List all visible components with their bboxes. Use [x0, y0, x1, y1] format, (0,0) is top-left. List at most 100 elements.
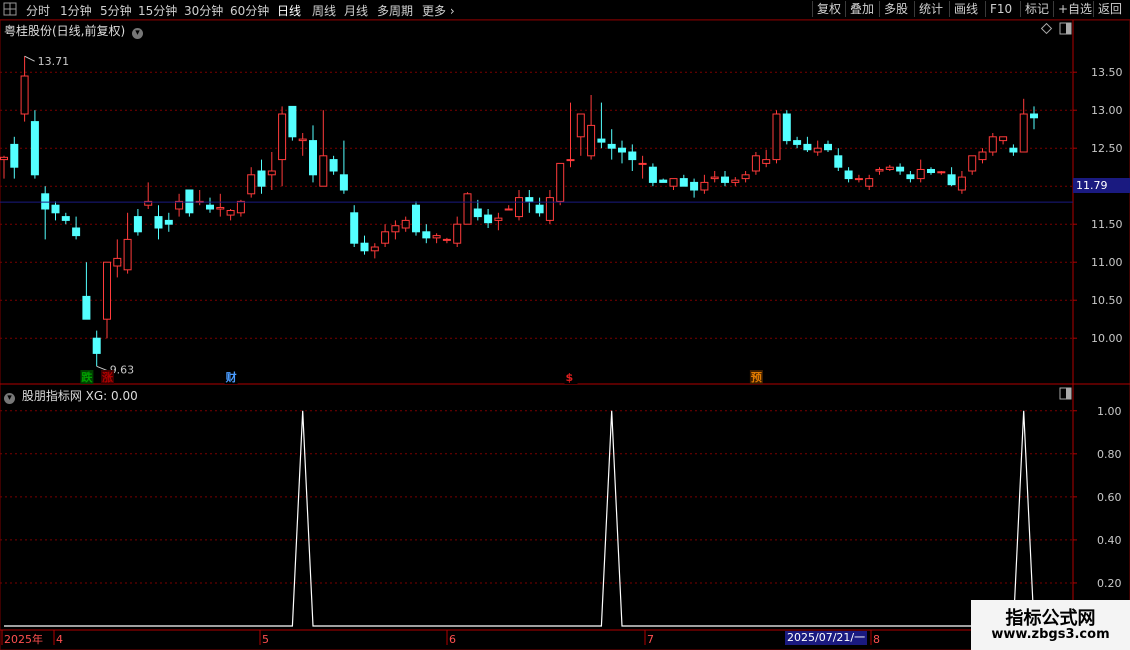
candle-body-98	[1009, 147, 1018, 153]
ind-tick-label-0: 0.20	[1097, 577, 1122, 590]
candle-body-48	[494, 217, 503, 221]
candle-body-68	[700, 181, 709, 191]
xg-signal-line	[4, 410, 1035, 627]
candle-body-97	[999, 136, 1008, 142]
candle-body-45	[463, 193, 472, 225]
candle-body-36	[370, 246, 379, 252]
candle-body-34	[350, 212, 359, 244]
candle-body-63	[648, 166, 657, 183]
date-label-1: 4	[56, 633, 63, 646]
candle-body-83	[854, 178, 863, 181]
candle-body-42	[432, 235, 441, 239]
candle-body-100	[1030, 113, 1038, 119]
candle-body-71	[731, 179, 740, 183]
candle-body-65	[669, 178, 678, 187]
candle-body-88	[906, 174, 915, 180]
candle-body-33	[339, 174, 348, 191]
main-tick-label-1: 10.50	[1091, 294, 1123, 307]
candle-body-72	[741, 174, 750, 180]
candle-body-77	[793, 140, 802, 145]
ind-tick-label-4: 1.00	[1097, 405, 1122, 418]
event-tag-4: 预	[751, 370, 762, 384]
candle-body-51	[525, 197, 534, 202]
date-highlight: 2025/07/21/一	[785, 631, 868, 645]
candle-body-44	[453, 223, 462, 244]
candle-body-55	[566, 159, 575, 162]
candle-body-16	[164, 219, 173, 225]
candle-body-12	[123, 238, 132, 271]
diamond-icon	[1040, 22, 1053, 35]
candle-body-67	[690, 181, 699, 191]
candle-body-18	[185, 189, 194, 214]
candle-body-10	[103, 261, 111, 320]
stock-title: 粤桂股份(日线,前复权) ▾	[4, 22, 144, 39]
candle-body-64	[659, 179, 668, 183]
candle-body-24	[247, 174, 256, 195]
main-tick-label-0: 10.00	[1091, 332, 1123, 345]
chevron-down-icon[interactable]: ▾	[4, 393, 15, 404]
candle-body-9	[92, 337, 101, 354]
candle-body-52	[535, 204, 544, 214]
candle-body-15	[154, 216, 163, 229]
candle-body-22	[226, 210, 235, 216]
stock-chart[interactable]: 10.0010.5011.0011.5012.0012.5013.0013.50…	[0, 0, 1130, 650]
candle-body-46	[473, 208, 482, 218]
chart-frame	[0, 19, 1130, 650]
indicator-toggle-icon-fill	[1066, 388, 1071, 399]
stock-title-text: 粤桂股份(日线,前复权)	[4, 24, 126, 38]
event-tag-1: 涨	[102, 370, 113, 384]
candle-body-30	[309, 140, 317, 176]
date-label-5: 8	[873, 633, 880, 646]
min-leader	[96, 365, 107, 371]
candle-body-57	[587, 124, 596, 157]
candle-body-28	[288, 105, 297, 138]
candle-body-7	[72, 227, 81, 237]
current-price-tag: 11.79	[1073, 178, 1130, 193]
candle-body-89	[916, 168, 925, 180]
candle-body-95	[978, 151, 987, 161]
candle-body-29	[298, 138, 307, 142]
candle-body-82	[844, 170, 853, 180]
candle-body-37	[381, 231, 390, 244]
candle-body-54	[556, 162, 565, 202]
candle-body-66	[679, 178, 688, 187]
candle-body-43	[442, 238, 451, 241]
candle-body-56	[576, 113, 585, 138]
candle-body-70	[721, 176, 729, 183]
event-tag-3: $	[566, 371, 574, 384]
candle-body-3	[30, 121, 39, 176]
candle-body-62	[638, 162, 647, 165]
main-tick-label-5: 12.50	[1091, 142, 1123, 155]
candle-body-96	[988, 136, 997, 153]
candle-body-5	[51, 204, 60, 214]
candle-body-27	[278, 113, 287, 161]
candle-body-81	[834, 155, 843, 168]
candle-body-47	[484, 214, 493, 224]
panel-toggle-icon-fill	[1066, 23, 1071, 34]
candle-body-74	[762, 159, 771, 164]
candle-body-31	[319, 155, 328, 187]
candle-body-1	[10, 143, 19, 168]
candle-body-38	[391, 225, 400, 233]
event-tag-2: 财	[225, 370, 237, 384]
candle-body-39	[401, 219, 410, 229]
candle-body-23	[236, 200, 245, 214]
candle-body-60	[618, 147, 626, 153]
candle-body-0	[0, 156, 8, 161]
candle-body-91	[937, 171, 946, 174]
date-label-3: 6	[449, 633, 456, 646]
watermark-url: www.zbgs3.com	[991, 627, 1110, 642]
date-label-0: 2025年	[4, 632, 43, 646]
candle-body-35	[360, 242, 369, 252]
chevron-down-icon[interactable]: ▾	[132, 28, 144, 39]
ind-tick-label-3: 0.80	[1097, 448, 1122, 461]
candle-body-86	[885, 166, 894, 170]
main-tick-label-6: 13.00	[1091, 104, 1123, 117]
candle-body-76	[782, 113, 791, 142]
candle-body-93	[957, 176, 966, 191]
candle-body-20	[206, 204, 214, 210]
candle-body-79	[813, 147, 822, 153]
candle-body-59	[607, 143, 616, 149]
date-label-2: 5	[262, 633, 269, 646]
candle-body-58	[597, 138, 606, 143]
